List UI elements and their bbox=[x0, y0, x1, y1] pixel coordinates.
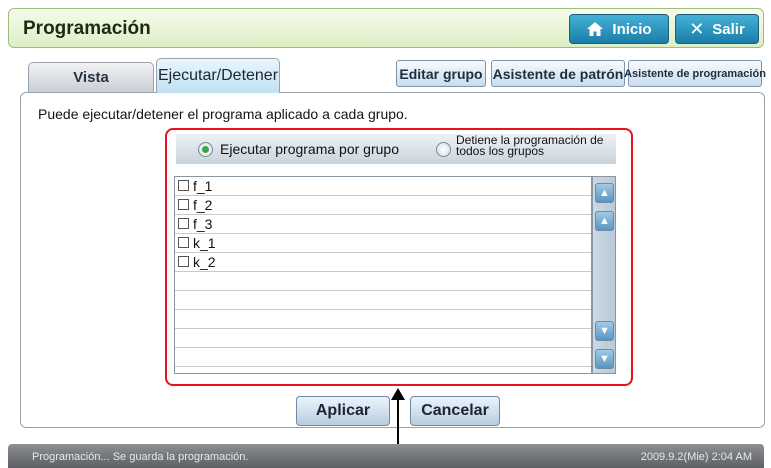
page-title: Programación bbox=[23, 18, 151, 39]
exit-button[interactable]: ✕ Salir bbox=[675, 14, 759, 44]
cancel-button[interactable]: Cancelar bbox=[410, 396, 500, 426]
scroll-down-icon[interactable]: ▼ bbox=[595, 321, 614, 341]
home-button-label: Inicio bbox=[612, 20, 652, 38]
pattern-wizard-button[interactable]: Asistente de patrón bbox=[491, 60, 625, 87]
apply-button[interactable]: Aplicar bbox=[296, 396, 390, 426]
run-by-group-radio[interactable] bbox=[198, 142, 213, 157]
stop-all-radio[interactable] bbox=[436, 142, 451, 157]
exit-button-label: Salir bbox=[712, 20, 745, 38]
empty-row bbox=[175, 272, 591, 291]
empty-row bbox=[175, 348, 591, 367]
group-label: f_3 bbox=[193, 216, 213, 232]
group-checkbox[interactable] bbox=[178, 218, 189, 229]
status-message: Programación... Se guarda la programació… bbox=[32, 451, 249, 463]
list-item[interactable]: f_3 bbox=[175, 215, 591, 234]
group-label: f_2 bbox=[193, 197, 213, 213]
group-checkbox[interactable] bbox=[178, 180, 189, 191]
list-item[interactable]: k_1 bbox=[175, 234, 591, 253]
tab-vista[interactable]: Vista bbox=[28, 62, 154, 92]
empty-row bbox=[175, 310, 591, 329]
group-checkbox[interactable] bbox=[178, 199, 189, 210]
scroll-up-icon[interactable]: ▲ bbox=[595, 211, 614, 231]
status-datetime: 2009.9.2(Mie) 2:04 AM bbox=[640, 451, 752, 463]
run-by-group-label: Ejecutar programa por grupo bbox=[220, 141, 399, 157]
list-item[interactable]: f_2 bbox=[175, 196, 591, 215]
home-icon bbox=[586, 21, 604, 37]
close-icon: ✕ bbox=[689, 18, 705, 39]
app-window: Programación Inicio ✕ Salir Vista Ejecut… bbox=[0, 0, 771, 468]
status-bar: Programación... Se guarda la programació… bbox=[8, 444, 764, 468]
edit-group-button[interactable]: Editar grupo bbox=[396, 60, 486, 87]
stop-all-label-line2: todos los grupos bbox=[456, 144, 545, 158]
group-label: k_2 bbox=[193, 254, 216, 270]
empty-row bbox=[175, 291, 591, 310]
title-bar: Programación Inicio ✕ Salir bbox=[8, 8, 764, 48]
tab-ejecutar-detener[interactable]: Ejecutar/Detener bbox=[156, 58, 280, 93]
empty-row bbox=[175, 329, 591, 348]
group-checkbox[interactable] bbox=[178, 237, 189, 248]
list-item[interactable]: f_1 bbox=[175, 177, 591, 196]
group-label: k_1 bbox=[193, 235, 216, 251]
home-button[interactable]: Inicio bbox=[569, 14, 669, 44]
group-checkbox[interactable] bbox=[178, 256, 189, 267]
description-text: Puede ejecutar/detener el programa aplic… bbox=[38, 106, 408, 122]
group-label: f_1 bbox=[193, 178, 213, 194]
list-item[interactable]: k_2 bbox=[175, 253, 591, 272]
stop-all-label: Detiene la programación de todos los gru… bbox=[456, 134, 616, 158]
group-list: f_1 f_2 f_3 k_1 k_2 bbox=[174, 176, 592, 374]
schedule-wizard-button[interactable]: Asistente de programación bbox=[624, 60, 766, 87]
list-scrollbar[interactable]: ▲ ▲ ▼ ▼ bbox=[592, 176, 616, 374]
scroll-bottom-icon[interactable]: ▼ bbox=[595, 349, 614, 369]
mode-selector: Ejecutar programa por grupo Detiene la p… bbox=[176, 134, 616, 164]
scroll-top-icon[interactable]: ▲ bbox=[595, 183, 614, 203]
